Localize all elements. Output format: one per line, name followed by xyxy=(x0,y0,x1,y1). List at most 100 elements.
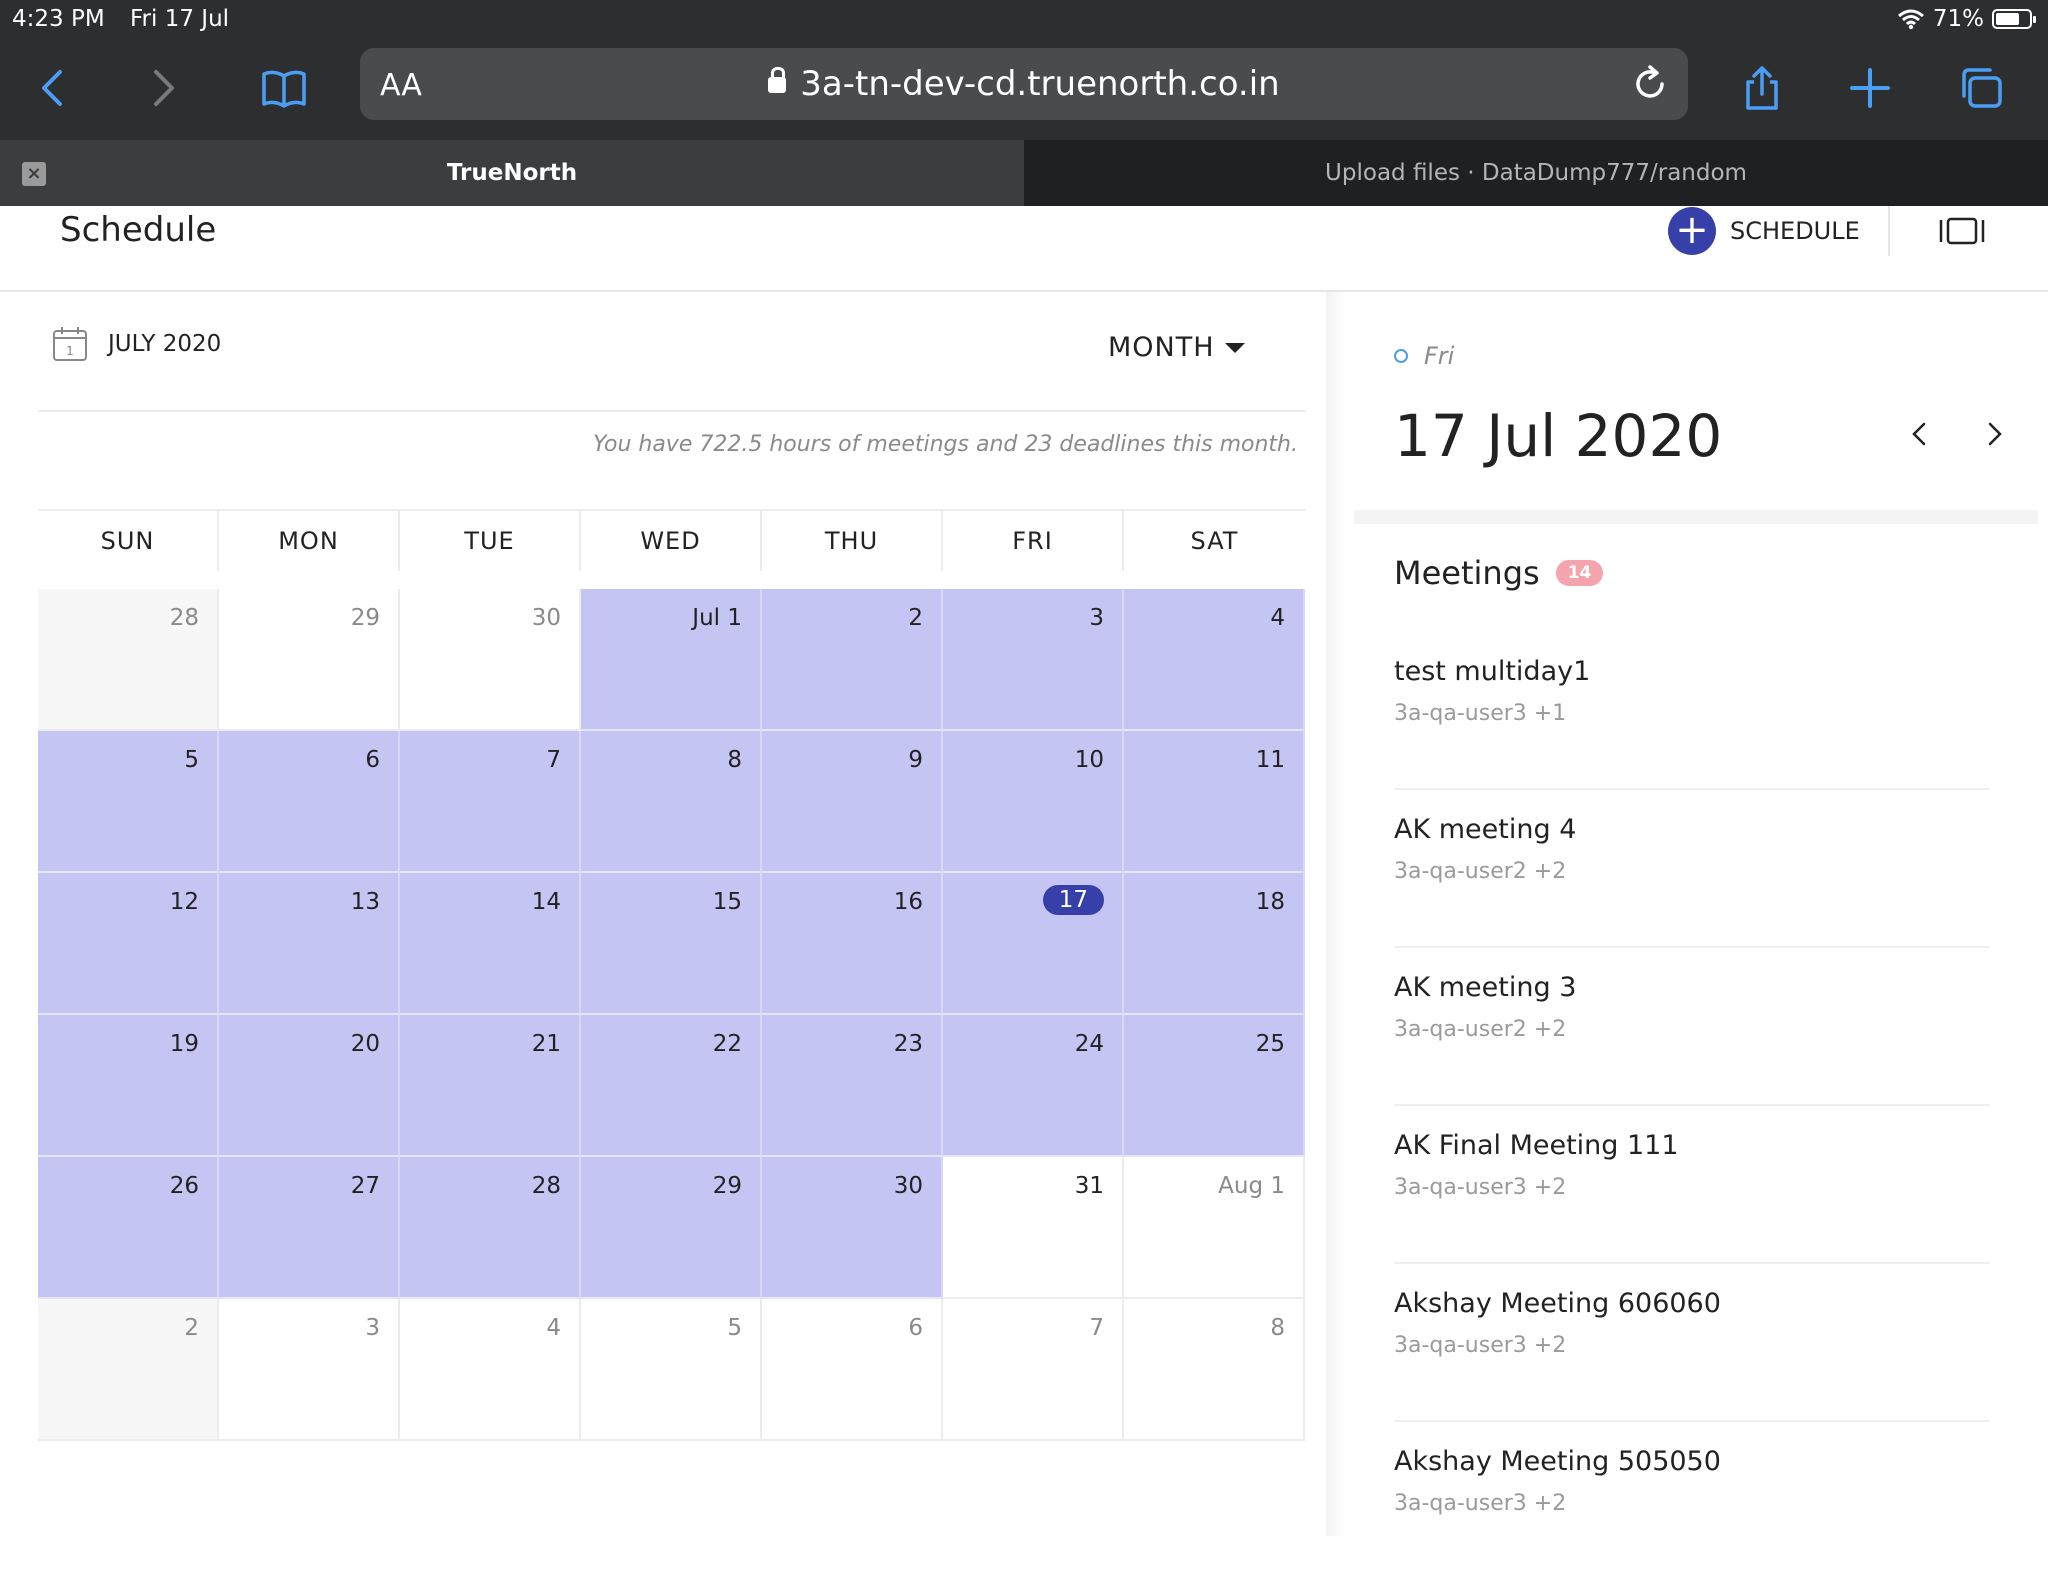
day-nav xyxy=(1906,420,2008,448)
calendar-day[interactable]: Jul 1 xyxy=(581,589,762,731)
day-number: 6 xyxy=(908,1315,923,1341)
day-number: 28 xyxy=(169,605,199,631)
calendar-day[interactable]: 27 xyxy=(219,1157,400,1299)
new-tab-icon[interactable] xyxy=(1842,60,1898,116)
calendar-day[interactable]: 7 xyxy=(400,731,581,873)
calendar-day[interactable]: 13 xyxy=(219,873,400,1015)
calendar-day[interactable]: 28 xyxy=(38,589,219,731)
calendar-day[interactable]: 2 xyxy=(38,1299,219,1441)
calendar-day[interactable]: 5 xyxy=(581,1299,762,1441)
calendar-day[interactable]: 17 xyxy=(943,873,1124,1015)
forward-icon[interactable] xyxy=(134,60,190,116)
day-number: 20 xyxy=(350,1031,380,1057)
address-bar[interactable]: AA 3a-tn-dev-cd.truenorth.co.in xyxy=(360,48,1688,120)
day-number: Jul 1 xyxy=(692,605,742,631)
day-panel: Fri 17 Jul 2020 Meetings 14 test multida… xyxy=(1354,292,2038,1536)
tab-truenorth[interactable]: × TrueNorth xyxy=(0,140,1024,206)
month-picker[interactable]: 1 JULY 2020 xyxy=(52,326,221,362)
day-number: 25 xyxy=(1255,1031,1285,1057)
panel-toggle-icon[interactable] xyxy=(1938,216,1988,246)
calendar-day[interactable]: 23 xyxy=(762,1015,943,1157)
bookmarks-icon[interactable] xyxy=(256,60,312,116)
calendar-day[interactable]: 3 xyxy=(943,589,1124,731)
day-number: 13 xyxy=(350,889,380,915)
calendar-day[interactable]: 21 xyxy=(400,1015,581,1157)
battery-percent: 71% xyxy=(1932,6,1984,32)
tab-upload-files[interactable]: Upload files · DataDump777/random xyxy=(1024,140,2048,206)
meeting-item[interactable]: Akshay Meeting 606060 3a-qa-user3 +2 xyxy=(1394,1264,1990,1422)
meetings-header: Meetings 14 xyxy=(1394,554,1604,592)
month-summary: You have 722.5 hours of meetings and 23 … xyxy=(592,432,1298,457)
calendar-day[interactable]: 15 xyxy=(581,873,762,1015)
calendar-day[interactable]: 6 xyxy=(219,731,400,873)
meeting-attendees: 3a-qa-user3 +1 xyxy=(1394,701,1567,726)
calendar-day[interactable]: 30 xyxy=(400,589,581,731)
day-number: 27 xyxy=(350,1173,380,1199)
meeting-item[interactable]: Akshay Meeting 505050 3a-qa-user3 +2 xyxy=(1394,1422,1990,1580)
calendar-day[interactable]: 24 xyxy=(943,1015,1124,1157)
share-icon[interactable] xyxy=(1734,60,1790,116)
reload-icon[interactable] xyxy=(1630,64,1670,104)
calendar-day[interactable]: Aug 1 xyxy=(1124,1157,1305,1299)
calendar-day[interactable]: 26 xyxy=(38,1157,219,1299)
view-dropdown[interactable]: MONTH xyxy=(1108,332,1245,363)
calendar-day[interactable]: 16 xyxy=(762,873,943,1015)
meeting-name: test multiday1 xyxy=(1394,656,1591,687)
day-number: 14 xyxy=(531,889,561,915)
day-number: 23 xyxy=(893,1031,923,1057)
calendar-day[interactable]: 11 xyxy=(1124,731,1305,873)
panel-shadow xyxy=(1326,292,1346,1536)
calendar-day[interactable]: 29 xyxy=(581,1157,762,1299)
meeting-name: AK meeting 3 xyxy=(1394,972,1577,1003)
calendar-day[interactable]: 30 xyxy=(762,1157,943,1299)
calendar-day[interactable]: 18 xyxy=(1124,873,1305,1015)
meeting-attendees: 3a-qa-user2 +2 xyxy=(1394,1017,1567,1042)
status-right: 71% xyxy=(1897,6,2036,32)
close-icon[interactable]: × xyxy=(22,162,46,186)
day-number: 19 xyxy=(169,1031,199,1057)
meeting-item[interactable]: AK Final Meeting 111 3a-qa-user3 +2 xyxy=(1394,1106,1990,1264)
calendar-day[interactable]: 10 xyxy=(943,731,1124,873)
url-display[interactable]: 3a-tn-dev-cd.truenorth.co.in xyxy=(360,64,1688,104)
calendar-day[interactable]: 3 xyxy=(219,1299,400,1441)
tabs-icon[interactable] xyxy=(1952,60,2008,116)
day-number: 15 xyxy=(712,889,742,915)
calendar-day[interactable]: 22 xyxy=(581,1015,762,1157)
browser-toolbar: AA 3a-tn-dev-cd.truenorth.co.in xyxy=(0,40,2048,140)
month-label: JULY 2020 xyxy=(108,331,222,357)
view-label: MONTH xyxy=(1108,332,1215,363)
day-number: 24 xyxy=(1074,1031,1104,1057)
meeting-item[interactable]: test multiday1 3a-qa-user3 +1 xyxy=(1394,632,1990,790)
calendar-day[interactable]: 5 xyxy=(38,731,219,873)
day-number: 31 xyxy=(1074,1173,1104,1199)
day-number: 2 xyxy=(184,1315,199,1341)
back-icon[interactable] xyxy=(26,60,82,116)
meeting-item[interactable]: AK meeting 4 3a-qa-user2 +2 xyxy=(1394,790,1990,948)
day-number: 30 xyxy=(893,1173,923,1199)
calendar-day[interactable]: 7 xyxy=(943,1299,1124,1441)
battery-icon xyxy=(1992,9,2036,29)
calendar-day[interactable]: 2 xyxy=(762,589,943,731)
chevron-right-icon[interactable] xyxy=(1980,420,2008,448)
calendar-day[interactable]: 4 xyxy=(400,1299,581,1441)
calendar-day[interactable]: 19 xyxy=(38,1015,219,1157)
calendar-day[interactable]: 25 xyxy=(1124,1015,1305,1157)
calendar-day[interactable]: 8 xyxy=(1124,1299,1305,1441)
calendar-day[interactable]: 12 xyxy=(38,873,219,1015)
month-grid: 28 29 30 Jul 1 2 3 4 5 6 7 8 9 10 11 12 13 14 15 16 17 18 19 2… xyxy=(38,589,1306,1441)
calendar-day[interactable]: 8 xyxy=(581,731,762,873)
schedule-button[interactable]: + SCHEDULE xyxy=(1668,206,1860,256)
lock-icon xyxy=(768,67,787,93)
calendar-day[interactable]: 9 xyxy=(762,731,943,873)
meeting-item[interactable]: AK meeting 3 3a-qa-user2 +2 xyxy=(1394,948,1990,1106)
calendar-day[interactable]: 6 xyxy=(762,1299,943,1441)
calendar-day[interactable]: 4 xyxy=(1124,589,1305,731)
meeting-attendees: 3a-qa-user2 +2 xyxy=(1394,859,1567,884)
day-number: 7 xyxy=(546,747,561,773)
calendar-day[interactable]: 29 xyxy=(219,589,400,731)
calendar-day[interactable]: 28 xyxy=(400,1157,581,1299)
calendar-day[interactable]: 31 xyxy=(943,1157,1124,1299)
calendar-day[interactable]: 14 xyxy=(400,873,581,1015)
calendar-day[interactable]: 20 xyxy=(219,1015,400,1157)
chevron-left-icon[interactable] xyxy=(1906,420,1934,448)
